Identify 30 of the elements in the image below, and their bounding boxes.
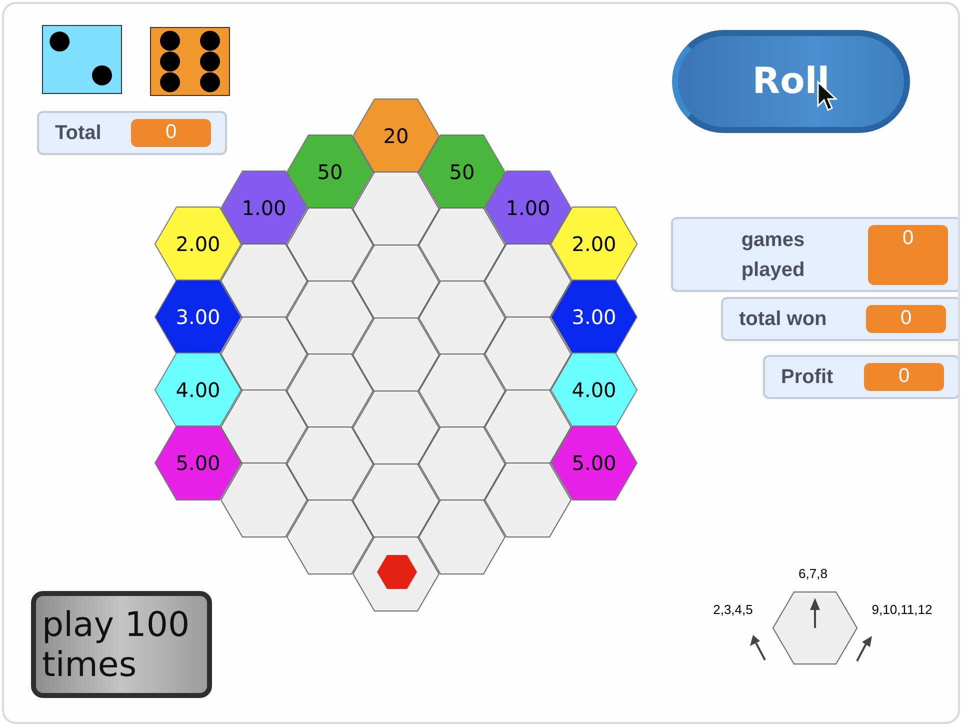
prize-label: 2.00 [572, 232, 616, 256]
monitor-label: Total [55, 122, 102, 144]
prize-label: 50 [449, 160, 475, 184]
prize-label: 3.00 [572, 305, 616, 329]
play-100-times-button[interactable]: play 100 times [31, 591, 212, 698]
monitor-label: games played [740, 228, 806, 282]
monitor-label: total won [739, 308, 827, 330]
arrow-icon [856, 636, 872, 662]
prize-label: 4.00 [176, 378, 220, 402]
prize-label: 1.00 [506, 196, 550, 220]
monitor-value: 0 [131, 119, 211, 147]
prize-label: 50 [317, 160, 343, 184]
monitor-label: Profit [781, 366, 834, 388]
prize-label: 20 [383, 124, 409, 148]
prize-label: 2.00 [176, 232, 220, 256]
monitor-value: 0 [866, 305, 946, 333]
prize-label: 4.00 [572, 378, 616, 402]
prize-label: 5.00 [176, 451, 220, 475]
monitor-value: 0 [864, 363, 944, 391]
hexagon-token [377, 555, 417, 589]
legend-label: 9,10,11,12 [872, 602, 932, 617]
arrow-icon [810, 598, 820, 628]
prize-label: 1.00 [242, 196, 286, 220]
roll-button[interactable]: Roll [672, 30, 910, 133]
arrow-icon [750, 635, 766, 660]
legend-label: 2,3,4,5 [713, 602, 753, 617]
monitor-value: 0 [868, 224, 948, 284]
prize-label: 3.00 [176, 305, 220, 329]
prize-label: 5.00 [572, 451, 616, 475]
legend-label: 6,7,8 [798, 566, 828, 581]
